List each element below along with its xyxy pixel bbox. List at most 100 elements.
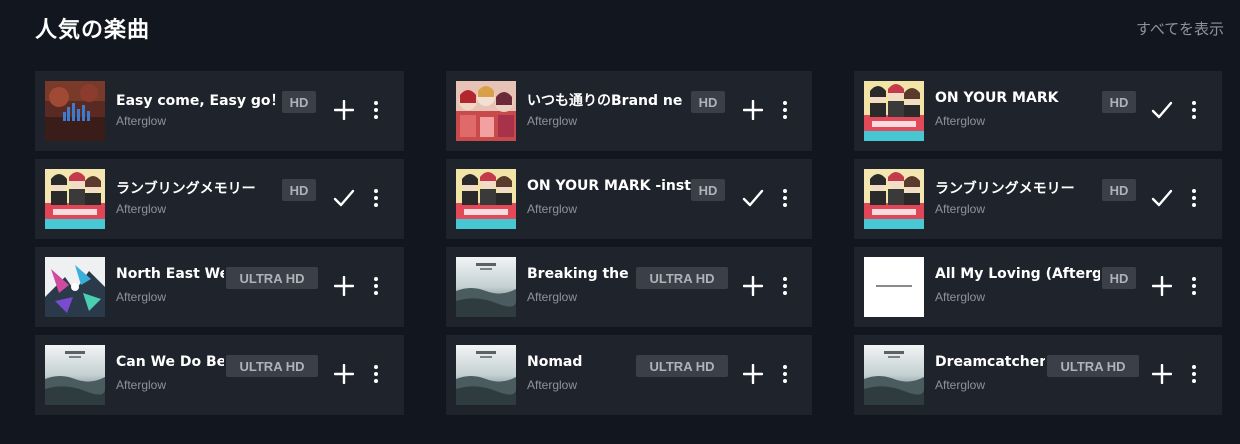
track-artist[interactable]: Afterglow xyxy=(116,378,166,392)
track-card[interactable]: All My Loving (Aftergl Afterglow HD xyxy=(854,247,1222,327)
track-card[interactable]: Nomad Afterglow ULTRA HD xyxy=(446,335,812,415)
track-card[interactable]: ON YOUR MARK Afterglow HD xyxy=(854,71,1222,151)
added-to-library-button[interactable] xyxy=(742,187,764,209)
more-options-button[interactable] xyxy=(780,275,790,297)
more-options-button[interactable] xyxy=(780,363,790,385)
track-card[interactable]: Breaking the S Afterglow ULTRA HD xyxy=(446,247,812,327)
more-options-button[interactable] xyxy=(371,275,381,297)
more-options-button[interactable] xyxy=(371,99,381,121)
track-card[interactable]: ランブリングメモリー Afterglow HD xyxy=(854,159,1222,239)
track-title[interactable]: ON YOUR MARK xyxy=(935,90,1100,106)
track-title[interactable]: Nomad xyxy=(527,354,633,370)
track-artist[interactable]: Afterglow xyxy=(527,114,577,128)
album-art[interactable] xyxy=(45,345,105,405)
album-art[interactable] xyxy=(864,169,924,229)
track-artist[interactable]: Afterglow xyxy=(527,378,577,392)
track-title[interactable]: Easy come, Easy go！ xyxy=(116,90,278,110)
check-icon xyxy=(1151,188,1173,208)
more-vertical-icon xyxy=(782,276,788,296)
track-artist[interactable]: Afterglow xyxy=(116,114,166,128)
track-card[interactable]: North East We Afterglow ULTRA HD xyxy=(35,247,404,327)
album-art[interactable] xyxy=(456,169,516,229)
track-card[interactable]: Dreamcatcher Afterglow ULTRA HD xyxy=(854,335,1222,415)
add-to-library-button[interactable] xyxy=(742,275,764,297)
added-to-library-button[interactable] xyxy=(1151,187,1173,209)
more-options-button[interactable] xyxy=(1189,187,1199,209)
track-title[interactable]: ランブリングメモリー xyxy=(116,178,278,198)
more-vertical-icon xyxy=(782,364,788,384)
add-to-library-button[interactable] xyxy=(742,363,764,385)
added-to-library-button[interactable] xyxy=(333,187,355,209)
quality-badge: ULTRA HD xyxy=(226,355,318,377)
more-vertical-icon xyxy=(1191,364,1197,384)
album-art[interactable] xyxy=(864,345,924,405)
quality-badge: HD xyxy=(1102,267,1136,289)
add-to-library-button[interactable] xyxy=(742,99,764,121)
add-to-library-button[interactable] xyxy=(1151,275,1173,297)
track-artist[interactable]: Afterglow xyxy=(116,202,166,216)
track-title[interactable]: Breaking the S xyxy=(527,266,633,282)
album-art[interactable] xyxy=(45,81,105,141)
more-vertical-icon xyxy=(1191,188,1197,208)
track-artist[interactable]: Afterglow xyxy=(935,114,985,128)
track-artist[interactable]: Afterglow xyxy=(527,290,577,304)
add-to-library-button[interactable] xyxy=(333,275,355,297)
track-title[interactable]: Can We Do Bet xyxy=(116,354,224,370)
album-art[interactable] xyxy=(45,257,105,317)
check-icon xyxy=(742,188,764,208)
album-art[interactable] xyxy=(864,257,924,317)
album-art[interactable] xyxy=(45,169,105,229)
more-vertical-icon xyxy=(782,188,788,208)
track-title[interactable]: Dreamcatcher xyxy=(935,354,1045,370)
track-card[interactable]: Easy come, Easy go！ Afterglow HD xyxy=(35,71,404,151)
track-artist[interactable]: Afterglow xyxy=(935,290,985,304)
track-card[interactable]: Can We Do Bet Afterglow ULTRA HD xyxy=(35,335,404,415)
quality-badge: HD xyxy=(691,179,725,201)
more-options-button[interactable] xyxy=(780,99,790,121)
track-title[interactable]: North East We xyxy=(116,266,224,282)
track-title[interactable]: いつも通りのBrand ne xyxy=(527,90,691,110)
track-title[interactable]: All My Loving (Aftergl xyxy=(935,266,1100,282)
track-card[interactable]: ON YOUR MARK -instr Afterglow HD xyxy=(446,159,812,239)
check-icon xyxy=(1151,100,1173,120)
track-artist[interactable]: Afterglow xyxy=(935,202,985,216)
plus-icon xyxy=(743,276,763,296)
more-vertical-icon xyxy=(373,188,379,208)
plus-icon xyxy=(334,364,354,384)
plus-icon xyxy=(1152,364,1172,384)
plus-icon xyxy=(334,100,354,120)
more-options-button[interactable] xyxy=(1189,99,1199,121)
more-options-button[interactable] xyxy=(1189,363,1199,385)
album-art[interactable] xyxy=(864,81,924,141)
quality-badge: HD xyxy=(1102,91,1136,113)
see-all-link[interactable]: すべてを表示 xyxy=(1136,18,1224,39)
more-options-button[interactable] xyxy=(371,187,381,209)
more-vertical-icon xyxy=(373,100,379,120)
section-title: 人気の楽曲 xyxy=(35,18,151,43)
track-title[interactable]: ランブリングメモリー xyxy=(935,178,1100,198)
more-vertical-icon xyxy=(1191,100,1197,120)
track-artist[interactable]: Afterglow xyxy=(116,290,166,304)
add-to-library-button[interactable] xyxy=(333,363,355,385)
track-artist[interactable]: Afterglow xyxy=(935,378,985,392)
track-grid: Easy come, Easy go！ Afterglow HD いつも通りのB… xyxy=(35,71,1222,415)
more-options-button[interactable] xyxy=(371,363,381,385)
more-options-button[interactable] xyxy=(1189,275,1199,297)
more-vertical-icon xyxy=(1191,276,1197,296)
track-card[interactable]: ランブリングメモリー Afterglow HD xyxy=(35,159,404,239)
plus-icon xyxy=(743,100,763,120)
quality-badge: HD xyxy=(1102,179,1136,201)
quality-badge: ULTRA HD xyxy=(1047,355,1139,377)
check-icon xyxy=(333,188,355,208)
track-card[interactable]: いつも通りのBrand ne Afterglow HD xyxy=(446,71,812,151)
track-title[interactable]: ON YOUR MARK -instr xyxy=(527,178,691,194)
track-artist[interactable]: Afterglow xyxy=(527,202,577,216)
album-art[interactable] xyxy=(456,257,516,317)
add-to-library-button[interactable] xyxy=(333,99,355,121)
more-options-button[interactable] xyxy=(780,187,790,209)
add-to-library-button[interactable] xyxy=(1151,363,1173,385)
plus-icon xyxy=(1152,276,1172,296)
album-art[interactable] xyxy=(456,81,516,141)
added-to-library-button[interactable] xyxy=(1151,99,1173,121)
album-art[interactable] xyxy=(456,345,516,405)
